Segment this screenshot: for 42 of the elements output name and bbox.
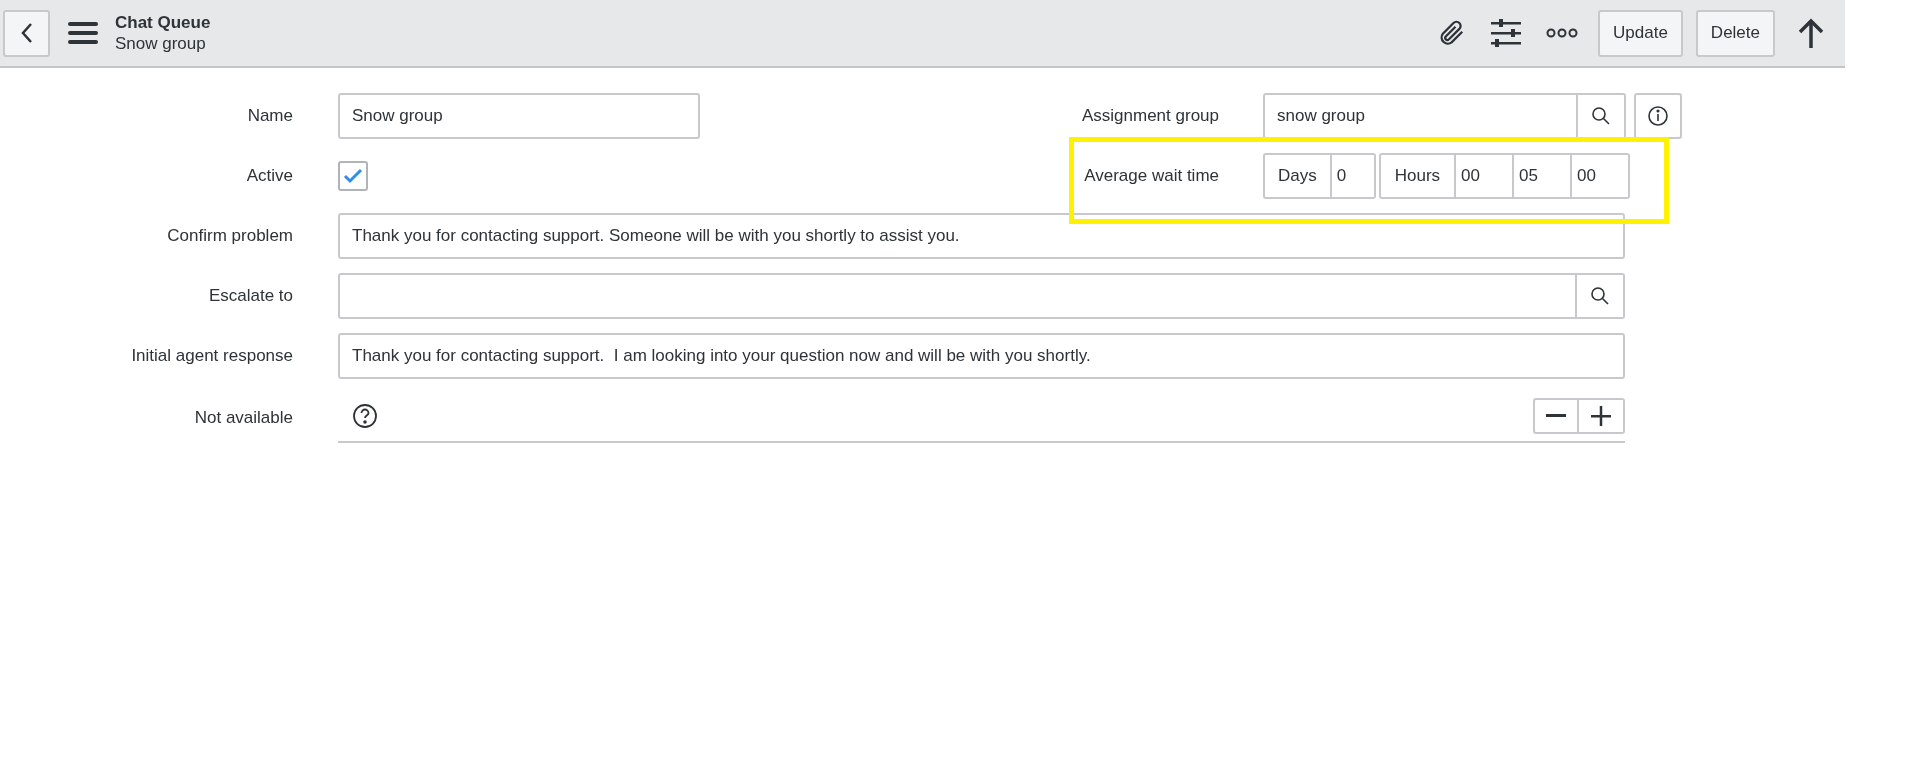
search-icon [1590,286,1610,306]
assignment-group-field[interactable]: snow group [1263,93,1578,139]
minus-icon [1546,414,1566,418]
more-icon[interactable] [1546,28,1579,38]
field-label: Initial agent response [131,345,293,368]
field-label: Not available [194,407,293,430]
field-label: Assignment group [1081,105,1219,128]
days-label: Days [1263,153,1332,199]
remove-button[interactable] [1533,398,1579,434]
field-label: Escalate to [208,285,293,308]
active-checkbox[interactable] [338,161,368,191]
back-button[interactable] [3,9,50,57]
minutes-field[interactable]: 05 [1514,153,1573,199]
text-field[interactable]: Thank you for contacting support. I am looking into your question now and will be with you shortly. [338,333,1625,379]
search-button[interactable] [1577,273,1625,319]
hours-label: Hours [1378,153,1457,199]
help-icon[interactable] [352,403,378,429]
search-icon [1591,106,1611,126]
checkmark-icon [343,168,363,184]
menu-icon[interactable] [68,21,98,45]
arrow-up-icon[interactable] [1797,18,1825,48]
search-button[interactable] [1578,93,1626,139]
chevron-left-icon [19,22,34,44]
sliders-icon[interactable] [1491,19,1522,47]
header-subtitle: Snow group [115,33,207,54]
field-label: Average wait time [1084,165,1219,188]
days-field[interactable]: 0 [1331,153,1376,199]
field-label: Confirm problem [167,225,293,248]
text-field[interactable]: Thank you for contacting support. Someone will be with you shortly to assist you. [338,213,1625,259]
add-button[interactable] [1579,398,1625,434]
hours-field[interactable]: 00 [1456,153,1515,199]
lookup-field[interactable] [338,273,1577,319]
name-field[interactable]: Snow group [338,93,700,139]
plus-icon [1591,406,1611,426]
header-button[interactable]: Delete [1695,9,1775,57]
seconds-field[interactable]: 00 [1572,153,1631,199]
header-button[interactable]: Update [1598,9,1683,57]
field-label: Name [247,105,293,128]
info-icon [1647,105,1669,127]
field-label: Active [246,165,293,188]
header-title: Chat Queue [115,12,211,33]
info-button[interactable] [1634,93,1682,139]
